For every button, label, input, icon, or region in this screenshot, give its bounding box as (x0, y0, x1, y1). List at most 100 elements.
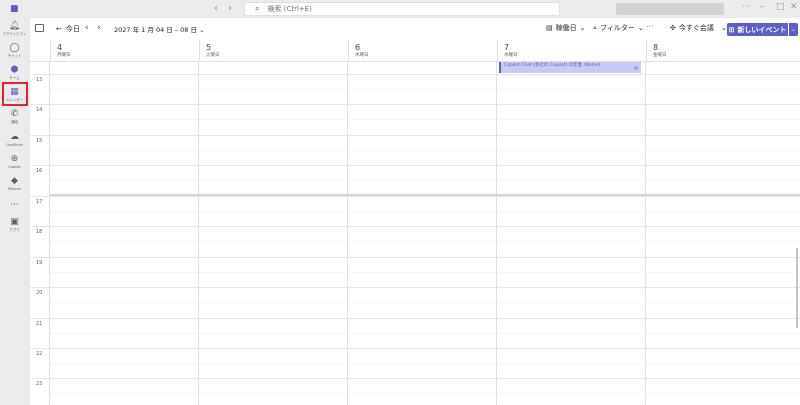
next-week-icon[interactable]: › (97, 23, 101, 33)
hour-label: 23 (36, 381, 43, 387)
search-placeholder: 検索 (Ctrl+E) (267, 5, 312, 13)
rail-item-calls[interactable]: ✆ 通話 (1, 106, 28, 128)
teams-icon: ⬢ (10, 65, 19, 75)
rail-item-apps[interactable]: ▣ アプリ (1, 214, 28, 236)
history-nav: ‹ › (214, 3, 232, 14)
hour-row: 21 (30, 318, 800, 327)
forward-arrow-icon[interactable]: › (228, 3, 232, 14)
half-hour-line (50, 119, 800, 120)
rail-item-teams[interactable]: ⬢ チーム (1, 62, 28, 84)
hour-label: 16 (36, 168, 43, 174)
meet-now-icon: ✣ (670, 24, 676, 32)
more-options-icon[interactable]: ··· (742, 2, 751, 12)
half-hour-line (50, 272, 800, 273)
column-divider (49, 62, 50, 405)
hour-label: 15 (36, 138, 43, 144)
rail-item-onedrive[interactable]: ☁ OneDrive (1, 128, 28, 150)
calendar-view-icon: ▤ (546, 24, 553, 32)
day-number: 4 (57, 43, 63, 52)
half-hour-line (50, 241, 800, 242)
hour-label: 19 (36, 260, 43, 266)
column-divider (645, 62, 646, 405)
half-hour-line (50, 150, 800, 151)
hour-label: 13 (36, 77, 43, 83)
column-divider (496, 62, 497, 405)
hour-row: 15 (30, 135, 800, 144)
rail-item-label: アプリ (9, 228, 20, 232)
back-arrow-icon[interactable]: ‹ (214, 3, 218, 14)
rail-item-chat[interactable]: ◯ チャット (1, 40, 28, 62)
half-hour-line (50, 363, 800, 364)
hour-row: 20 (30, 287, 800, 296)
hour-label: 14 (36, 107, 43, 113)
chevron-down-icon: ⌄ (790, 26, 797, 33)
new-event-dropdown[interactable]: ⌄ (789, 23, 798, 36)
calendar-event[interactable]: Copilot Chat (会社の Copilot) の定着 (Name) ⟲ (499, 62, 641, 73)
half-hour-line (50, 211, 800, 212)
rail-item-label: Planner (7, 186, 22, 191)
day-name: 月曜日 (57, 53, 71, 58)
search-input[interactable]: ⌕ 検索 (Ctrl+E) (244, 2, 560, 16)
app-rail: 🔔︎ アクティビティ ◯ チャット ⬢ チーム ▦ カレンダー ✆ 通話 ☁ O… (0, 18, 30, 405)
rail-item-label: チーム (9, 76, 20, 80)
today-button[interactable]: ← 今日 (56, 24, 80, 34)
filter-label: フィルター (599, 24, 635, 32)
half-hour-line (50, 302, 800, 303)
hour-row: 14 (30, 104, 800, 113)
planner-icon: ◆ (11, 175, 18, 186)
hour-row: 23 (30, 378, 800, 387)
column-divider (198, 62, 199, 405)
day-header-tue[interactable]: 5 火曜日 (199, 40, 348, 62)
rail-item-activity[interactable]: 🔔︎ アクティビティ (1, 18, 28, 40)
filter-button[interactable]: ⩡ フィルター ⌄ (593, 23, 644, 33)
today-arrow-icon: ← (56, 25, 62, 33)
day-header-thu[interactable]: 7 木曜日 (497, 40, 646, 62)
day-number: 5 (206, 43, 212, 52)
new-event-icon: ⊞ (728, 25, 735, 34)
chevron-down-icon: ⌄ (637, 24, 644, 32)
chevron-down-icon: ⌄ (720, 24, 727, 32)
rail-item-label: OneDrive (6, 142, 23, 147)
profile-area[interactable] (616, 3, 724, 15)
date-range-picker[interactable]: 2027 年 1 月 04 日 – 08 日 ⌄ (114, 24, 205, 34)
rail-item-label: 通話 (11, 120, 18, 124)
rail-item-planner[interactable]: ◆ Planner (1, 172, 28, 194)
hour-row: 18 (30, 226, 800, 235)
day-header-mon[interactable]: 4 月曜日 (50, 40, 199, 62)
prev-week-icon[interactable]: ‹ (85, 23, 89, 33)
rail-item-copilot[interactable]: ⊛ Copilot (1, 150, 28, 172)
toolbar-more-button[interactable]: ··· (646, 22, 654, 31)
column-divider (347, 62, 348, 405)
hour-row: 22 (30, 348, 800, 357)
rail-item-label: Copilot (8, 164, 21, 169)
time-grid[interactable]: 13 14 15 16 17 18 19 20 21 22 23 Copilot… (30, 62, 800, 405)
minimize-icon[interactable]: – (760, 2, 765, 12)
hour-row: 13 (30, 74, 800, 83)
view-switcher[interactable]: ▤ 稼働日 ⌄ (546, 23, 586, 33)
calendar-pane-icon[interactable] (35, 24, 44, 32)
date-range-label: 2027 年 1 月 04 日 – 08 日 (114, 26, 197, 34)
title-bar: ■ ‹ › ⌕ 検索 (Ctrl+E) ··· – □ ✕ (0, 0, 800, 18)
rail-item-more[interactable]: ··· (1, 194, 28, 216)
chat-icon: ◯ (9, 43, 20, 53)
close-icon[interactable]: ✕ (790, 2, 798, 12)
meet-now-button[interactable]: ✣ 今すぐ会議 ⌄ (670, 23, 727, 33)
hour-label: 20 (36, 290, 43, 296)
day-name: 金曜日 (653, 53, 667, 58)
day-header-fri[interactable]: 8 金曜日 (646, 40, 800, 62)
copilot-icon: ⊛ (10, 153, 19, 164)
day-number: 6 (355, 43, 361, 52)
day-name: 水曜日 (355, 53, 369, 58)
day-name: 木曜日 (504, 53, 518, 58)
half-hour-line (50, 180, 800, 181)
hour-row: 17 (30, 196, 800, 205)
half-hour-line (50, 333, 800, 334)
scrollbar-thumb[interactable] (796, 248, 798, 328)
day-header-wed[interactable]: 6 水曜日 (348, 40, 497, 62)
hour-row: 19 (30, 257, 800, 266)
new-event-button[interactable]: ⊞ 新しいイベント (727, 23, 788, 36)
event-title: Copilot Chat (会社の Copilot) の定着 (Name) (504, 63, 601, 68)
phone-icon: ✆ (10, 109, 19, 119)
maximize-icon[interactable]: □ (776, 2, 785, 12)
today-label: 今日 (65, 25, 80, 33)
